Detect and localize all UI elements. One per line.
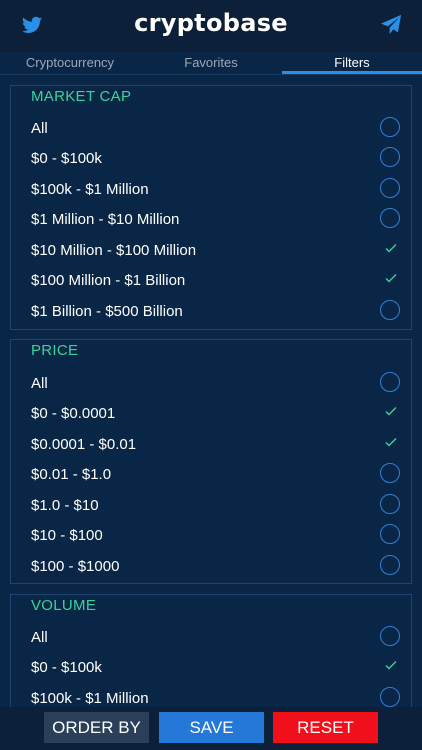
order-by-button[interactable]: ORDER BY bbox=[44, 712, 149, 743]
filter-option[interactable]: $100k - $1 Million bbox=[11, 175, 411, 205]
filter-option[interactable]: $1 Billion - $500 Billion bbox=[11, 297, 411, 327]
action-bar: ORDER BY SAVE RESET bbox=[0, 707, 422, 750]
filter-option[interactable]: $0.01 - $1.0 bbox=[11, 460, 411, 490]
option-label: $0 - $0.0001 bbox=[31, 405, 116, 422]
checkmark-icon[interactable] bbox=[384, 241, 398, 255]
radio-unselected-icon[interactable] bbox=[380, 555, 400, 575]
save-button[interactable]: SAVE bbox=[159, 712, 264, 743]
radio-unselected-icon[interactable] bbox=[380, 147, 400, 167]
filter-option[interactable]: $0.0001 - $0.01 bbox=[11, 430, 411, 460]
filter-option[interactable]: All bbox=[11, 623, 411, 653]
option-label: $100 Million - $1 Billion bbox=[31, 272, 186, 289]
checkmark-icon[interactable] bbox=[384, 658, 398, 672]
option-label: $100k - $1 Million bbox=[31, 181, 149, 198]
app-title: cryptobase bbox=[134, 9, 288, 37]
option-label: $1 Million - $10 Million bbox=[31, 211, 180, 228]
filter-option[interactable]: $0 - $100k bbox=[11, 653, 411, 683]
section-title: VOLUME bbox=[31, 597, 97, 614]
option-label: All bbox=[31, 375, 48, 392]
option-label: $0 - $100k bbox=[31, 659, 102, 676]
option-label: $0 - $100k bbox=[31, 150, 102, 167]
filter-option[interactable]: $1 Million - $10 Million bbox=[11, 205, 411, 235]
filter-option[interactable]: $1.0 - $10 bbox=[11, 491, 411, 521]
filter-option[interactable]: All bbox=[11, 114, 411, 144]
filter-option[interactable]: $10 - $100 bbox=[11, 521, 411, 551]
filter-option[interactable]: $0 - $100k bbox=[11, 144, 411, 174]
radio-unselected-icon[interactable] bbox=[380, 494, 400, 514]
send-icon[interactable] bbox=[380, 14, 402, 36]
filter-option[interactable]: $100 Million - $1 Billion bbox=[11, 266, 411, 296]
option-label: $1.0 - $10 bbox=[31, 497, 99, 514]
radio-unselected-icon[interactable] bbox=[380, 524, 400, 544]
radio-unselected-icon[interactable] bbox=[380, 208, 400, 228]
option-label: $100 - $1000 bbox=[31, 558, 120, 575]
option-label: $10 - $100 bbox=[31, 527, 103, 544]
option-label: $100k - $1 Million bbox=[31, 690, 149, 707]
radio-unselected-icon[interactable] bbox=[380, 687, 400, 707]
option-label: $0.01 - $1.0 bbox=[31, 466, 112, 483]
option-label: All bbox=[31, 629, 48, 646]
tab-cryptocurrency[interactable]: Cryptocurrency bbox=[0, 52, 140, 74]
radio-unselected-icon[interactable] bbox=[380, 300, 400, 320]
checkmark-icon[interactable] bbox=[384, 404, 398, 418]
option-label: $10 Million - $100 Million bbox=[31, 242, 197, 259]
radio-unselected-icon[interactable] bbox=[380, 117, 400, 137]
filter-option[interactable]: $0 - $0.0001 bbox=[11, 399, 411, 429]
radio-unselected-icon[interactable] bbox=[380, 463, 400, 483]
filter-option[interactable]: $10 Million - $100 Million bbox=[11, 236, 411, 266]
price-section: PRICE All $0 - $0.0001 $0.0001 - $0.01 $… bbox=[10, 339, 412, 584]
radio-unselected-icon[interactable] bbox=[380, 626, 400, 646]
option-label: $1 Billion - $500 Billion bbox=[31, 303, 183, 320]
active-tab-indicator bbox=[282, 71, 422, 74]
checkmark-icon[interactable] bbox=[384, 271, 398, 285]
section-title: PRICE bbox=[31, 342, 79, 359]
tab-favorites[interactable]: Favorites bbox=[141, 52, 281, 74]
checkmark-icon[interactable] bbox=[384, 435, 398, 449]
radio-unselected-icon[interactable] bbox=[380, 372, 400, 392]
reset-button[interactable]: RESET bbox=[273, 712, 378, 743]
radio-unselected-icon[interactable] bbox=[380, 178, 400, 198]
app-header: cryptobase bbox=[0, 0, 422, 52]
filter-option[interactable]: $100 - $1000 bbox=[11, 552, 411, 582]
option-label: $0.0001 - $0.01 bbox=[31, 436, 137, 453]
section-title: MARKET CAP bbox=[31, 88, 132, 105]
filter-option[interactable]: All bbox=[11, 369, 411, 399]
option-label: All bbox=[31, 120, 48, 137]
market-cap-section: MARKET CAP All $0 - $100k $100k - $1 Mil… bbox=[10, 85, 412, 330]
